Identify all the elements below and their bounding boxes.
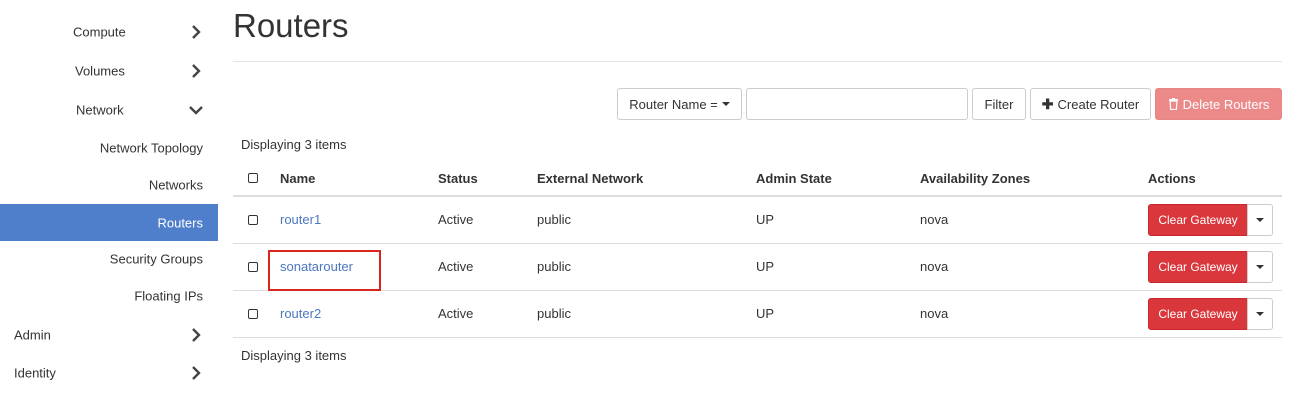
sidebar-item-identity[interactable]: Identity: [0, 355, 218, 391]
filter-field-label: Router Name =: [629, 96, 718, 112]
filter-button[interactable]: Filter: [972, 88, 1026, 120]
sidebar-item-label: Compute: [73, 24, 126, 40]
table-row: sonatarouter Active public UP nova Clear…: [233, 244, 1282, 291]
router-external-network: public: [537, 306, 571, 321]
chevron-right-icon: [192, 328, 201, 342]
router-availability-zones: nova: [920, 306, 949, 321]
caret-down-icon: [1256, 218, 1264, 222]
trash-icon: [1168, 98, 1178, 110]
chevron-right-icon: [192, 64, 201, 78]
sidebar-item-label: Volumes: [75, 63, 125, 79]
row-checkbox[interactable]: [248, 309, 258, 319]
sidebar-item-label: Security Groups: [109, 251, 203, 267]
sidebar: Compute Volumes Network Network Topology…: [0, 0, 218, 402]
table-row: router1 Active public UP nova Clear Gate…: [233, 197, 1282, 244]
sidebar-item-label: Network Topology: [99, 140, 203, 156]
column-header-admin-state[interactable]: Admin State: [756, 171, 832, 186]
row-actions-dropdown-toggle[interactable]: [1247, 204, 1273, 236]
router-external-network: public: [537, 259, 571, 274]
sidebar-item-floating-ips[interactable]: Floating IPs: [0, 278, 218, 314]
router-external-network: public: [537, 212, 571, 227]
router-name-link[interactable]: router2: [280, 306, 321, 321]
column-header-name[interactable]: Name: [280, 171, 315, 186]
router-availability-zones: nova: [920, 212, 949, 227]
router-availability-zones: nova: [920, 259, 949, 274]
caret-down-icon: [1256, 312, 1264, 316]
items-count-bottom: Displaying 3 items: [241, 348, 347, 363]
column-header-actions: Actions: [1148, 171, 1196, 186]
sidebar-item-network[interactable]: Network: [0, 92, 218, 128]
caret-down-icon: [1256, 265, 1264, 269]
chevron-right-icon: [192, 25, 201, 39]
sidebar-item-label: Admin: [14, 327, 51, 343]
sidebar-item-label: Routers: [157, 215, 203, 230]
clear-gateway-button[interactable]: Clear Gateway: [1148, 204, 1248, 236]
router-admin-state: UP: [756, 212, 775, 227]
delete-routers-button[interactable]: Delete Routers: [1155, 88, 1282, 120]
items-count-top: Displaying 3 items: [241, 137, 347, 152]
row-actions-dropdown-toggle[interactable]: [1247, 298, 1273, 330]
sidebar-item-security-groups[interactable]: Security Groups: [0, 241, 218, 277]
page-title: Routers: [233, 7, 349, 44]
router-admin-state: UP: [756, 259, 775, 274]
row-action-group: Clear Gateway: [1148, 251, 1273, 283]
row-action-group: Clear Gateway: [1148, 204, 1273, 236]
filter-field-dropdown[interactable]: Router Name =: [617, 88, 742, 120]
column-header-external-network[interactable]: External Network: [537, 171, 643, 186]
create-router-label: Create Router: [1057, 96, 1140, 112]
router-status: Active: [438, 259, 474, 274]
chevron-right-icon: [192, 366, 201, 380]
sidebar-item-routers[interactable]: Routers: [0, 204, 218, 241]
row-checkbox[interactable]: [248, 262, 258, 272]
create-router-button[interactable]: ✚ Create Router: [1030, 88, 1151, 120]
row-checkbox[interactable]: [248, 215, 258, 225]
sidebar-item-volumes[interactable]: Volumes: [0, 53, 218, 89]
plus-icon: ✚: [1041, 95, 1054, 112]
clear-gateway-button[interactable]: Clear Gateway: [1148, 298, 1248, 330]
column-header-status[interactable]: Status: [438, 171, 478, 186]
sidebar-item-networks[interactable]: Networks: [0, 167, 218, 203]
highlight-annotation-box: [268, 250, 381, 291]
chevron-down-icon: [189, 106, 203, 115]
router-admin-state: UP: [756, 306, 775, 321]
sidebar-item-label: Floating IPs: [134, 288, 203, 304]
router-status: Active: [438, 212, 474, 227]
sidebar-item-label: Network: [76, 102, 124, 118]
row-actions-dropdown-toggle[interactable]: [1247, 251, 1273, 283]
column-header-availability-zones[interactable]: Availability Zones: [920, 171, 1030, 186]
delete-routers-label: Delete Routers: [1182, 96, 1270, 112]
table-header: Name Status External Network Admin State…: [233, 160, 1282, 197]
title-divider: [233, 61, 1282, 62]
router-status: Active: [438, 306, 474, 321]
filter-button-label: Filter: [984, 96, 1014, 112]
sidebar-item-admin[interactable]: Admin: [0, 317, 218, 353]
select-all-checkbox[interactable]: [248, 173, 258, 183]
row-action-group: Clear Gateway: [1148, 298, 1273, 330]
sidebar-item-compute[interactable]: Compute: [0, 14, 218, 50]
router-name-link[interactable]: router1: [280, 212, 321, 227]
filter-input[interactable]: [746, 88, 968, 120]
clear-gateway-button[interactable]: Clear Gateway: [1148, 251, 1248, 283]
sidebar-item-label: Networks: [148, 177, 203, 193]
caret-down-icon: [721, 102, 730, 106]
sidebar-item-network-topology[interactable]: Network Topology: [0, 130, 218, 166]
sidebar-item-label: Identity: [14, 365, 56, 381]
table-row: router2 Active public UP nova Clear Gate…: [233, 291, 1282, 338]
